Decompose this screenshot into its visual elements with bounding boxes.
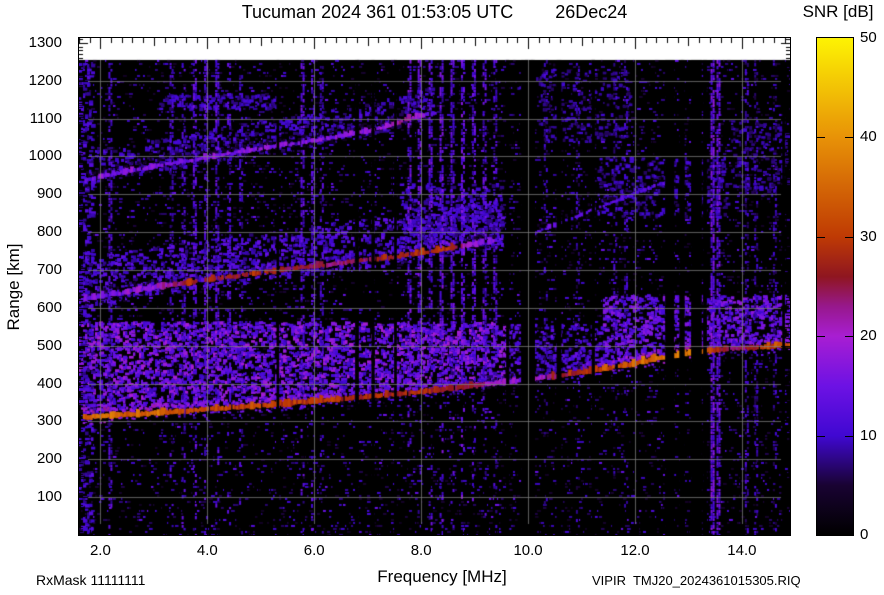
colorbar-tick-mark bbox=[845, 137, 853, 138]
ionogram-figure: Tucuman 2024 361 01:53:05 UTC 26Dec24 SNR… bbox=[0, 0, 884, 595]
y-tick-label: 100 bbox=[36, 488, 62, 506]
plot-frame bbox=[78, 37, 791, 536]
x-tick-label: 12.0 bbox=[620, 542, 650, 559]
colorbar-tick-mark bbox=[845, 237, 853, 238]
y-tick-label: 1000 bbox=[28, 147, 62, 165]
x-axis-title: Frequency [MHz] bbox=[377, 567, 507, 586]
colorbar-tick-mark bbox=[817, 336, 825, 337]
colorbar-tick-mark bbox=[845, 336, 853, 337]
y-axis-title: Range [km] bbox=[4, 243, 23, 331]
colorbar-tick-mark bbox=[845, 436, 853, 437]
colorbar-tick-label: 40 bbox=[860, 128, 877, 146]
colorbar-tick-label: 50 bbox=[860, 29, 877, 46]
y-tick-label: 400 bbox=[36, 374, 62, 392]
y-tick-label: 200 bbox=[36, 450, 62, 468]
colorbar-tick-label: 30 bbox=[860, 227, 877, 245]
y-tick-label: 1300 bbox=[28, 33, 62, 51]
y-tick-label: 1100 bbox=[29, 109, 62, 127]
date-label: 26Dec24 bbox=[555, 2, 628, 22]
ionogram-heatmap-canvas bbox=[79, 38, 790, 535]
colorbar-tick-mark bbox=[817, 237, 825, 238]
y-tick-label: 500 bbox=[36, 336, 62, 354]
snr-colorbar bbox=[816, 37, 854, 536]
figure-title: Tucuman 2024 361 01:53:05 UTC 26Dec24 bbox=[79, 2, 790, 23]
y-tick-label: 1200 bbox=[28, 71, 62, 89]
data-file-label: VIPIR TMJ20_2024361015305.RIQ bbox=[592, 573, 801, 588]
colorbar-tick-mark bbox=[817, 137, 825, 138]
x-tick-label: 6.0 bbox=[303, 542, 325, 559]
x-tick-label: 8.0 bbox=[410, 542, 432, 559]
x-tick-label: 2.0 bbox=[89, 542, 111, 559]
colorbar-title: SNR [dB] bbox=[802, 2, 874, 21]
y-tick-label: 800 bbox=[36, 223, 62, 241]
colorbar-tick-mark bbox=[817, 436, 825, 437]
y-tick-label: 900 bbox=[36, 185, 62, 203]
colorbar-tick-label: 10 bbox=[860, 426, 877, 444]
y-tick-label: 300 bbox=[36, 412, 62, 430]
x-tick-label: 14.0 bbox=[727, 542, 757, 559]
x-tick-label: 10.0 bbox=[513, 542, 543, 559]
rxmask-label: RxMask 11111111 bbox=[36, 572, 146, 588]
colorbar-tick-label: 0 bbox=[860, 526, 869, 543]
colorbar-tick-label: 20 bbox=[860, 327, 877, 345]
x-tick-label: 4.0 bbox=[196, 542, 218, 559]
station-time-title: Tucuman 2024 361 01:53:05 UTC bbox=[241, 2, 514, 22]
